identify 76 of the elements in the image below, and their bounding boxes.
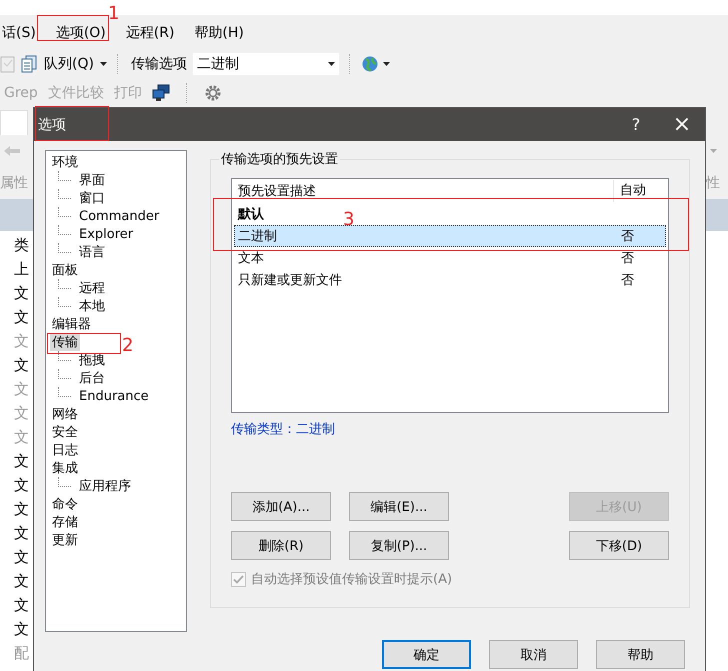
auto-value: 否 xyxy=(620,228,635,245)
settings-icon[interactable] xyxy=(204,84,222,102)
tree-item[interactable]: 界面 xyxy=(77,171,107,189)
caret-icon[interactable] xyxy=(100,62,107,66)
file-list-item[interactable]: 文 xyxy=(14,497,33,521)
column-header[interactable]: 预先设置描述 xyxy=(232,182,613,200)
tree-item[interactable]: 本地 xyxy=(77,297,107,315)
tree-item[interactable]: 语言 xyxy=(77,243,107,261)
tree-item[interactable]: 面板 xyxy=(50,261,80,279)
dialog-button[interactable]: 确定 xyxy=(382,640,471,669)
queue-menu[interactable]: 队列(Q) xyxy=(42,55,96,73)
tree-item[interactable]: 更新 xyxy=(50,531,80,549)
close-button[interactable]: × xyxy=(659,112,705,137)
clipboard-icon[interactable] xyxy=(0,55,16,73)
tree-item[interactable]: 安全 xyxy=(50,423,80,441)
tree-item[interactable]: 命令 xyxy=(50,495,80,513)
selected-row[interactable]: 二进制 否 xyxy=(234,225,666,247)
column-header[interactable]: 类 xyxy=(14,233,33,257)
column-header[interactable]: 自动 xyxy=(613,180,664,202)
menu-item[interactable]: 话(S) xyxy=(0,24,38,42)
tree-item[interactable]: Endurance xyxy=(77,388,151,404)
annotation-number: 2 xyxy=(122,337,134,355)
preset-name[interactable]: 文本 xyxy=(235,249,264,267)
tree-item[interactable]: 存储 xyxy=(50,513,80,531)
tree-item[interactable]: 应用程序 xyxy=(77,477,133,495)
action-button[interactable]: 下移(D) xyxy=(569,531,669,560)
computer-icon[interactable] xyxy=(152,84,170,102)
file-list-item[interactable]: 文 xyxy=(14,449,33,473)
file-list-item[interactable]: 文 xyxy=(14,617,33,641)
preset-name[interactable]: 只新建或更新文件 xyxy=(235,271,342,289)
help-button[interactable]: ? xyxy=(613,115,659,134)
list-header-background xyxy=(0,199,33,231)
group-title: 传输选项的预先设置 xyxy=(220,151,339,168)
file-list-item[interactable]: 文 xyxy=(14,545,33,569)
tree-item[interactable]: Commander xyxy=(77,208,162,224)
transfer-settings-dropdown[interactable]: 二进制 xyxy=(192,53,339,75)
annotation-number: 1 xyxy=(108,5,120,23)
highlight-frame xyxy=(37,15,109,41)
file-list-item[interactable]: 文 xyxy=(14,593,33,617)
tree-item[interactable]: Explorer xyxy=(77,226,136,242)
tree-item[interactable]: 后台 xyxy=(77,369,107,387)
menu-item[interactable]: 帮助(H) xyxy=(192,24,246,42)
action-button[interactable]: 添加(A)... xyxy=(231,492,331,521)
transfer-settings-label: 传输选项 xyxy=(130,55,188,73)
action-button[interactable]: 编辑(E)... xyxy=(349,492,449,521)
file-list-item[interactable]: 文 xyxy=(14,305,33,329)
auto-value: 否 xyxy=(620,272,635,289)
tree-item[interactable]: 窗口 xyxy=(77,189,107,207)
action-button[interactable]: 复制(P)... xyxy=(349,531,449,560)
menu-item[interactable]: 选项(O) xyxy=(54,24,108,42)
tree-item[interactable]: 环境 xyxy=(50,153,80,171)
tree-item[interactable]: 拖拽 xyxy=(77,351,107,369)
tree-item[interactable]: 日志 xyxy=(50,441,80,459)
dialog-title: 选项 xyxy=(38,116,67,134)
tree-item[interactable]: 网络 xyxy=(50,405,80,423)
tree-item[interactable]: 远程 xyxy=(77,279,107,297)
file-list-item[interactable]: 文 xyxy=(14,569,33,593)
transfer-type-link[interactable]: 传输类型：二进制 xyxy=(231,420,335,438)
dialog-button[interactable]: 帮助 xyxy=(596,640,685,669)
caret-icon xyxy=(328,62,335,66)
tree-item[interactable]: 集成 xyxy=(50,459,80,477)
file-list-item[interactable]: 文 xyxy=(14,521,33,545)
caret-icon[interactable] xyxy=(382,62,390,66)
tree-item[interactable]: 编辑器 xyxy=(50,315,93,333)
file-list-item[interactable]: 文 xyxy=(14,473,33,497)
file-list-item[interactable]: 上 xyxy=(14,257,33,281)
documents-icon[interactable] xyxy=(20,55,38,73)
auto-value: 否 xyxy=(620,250,635,267)
preset-name[interactable]: 二进制 xyxy=(235,227,277,245)
action-button[interactable]: 删除(R) xyxy=(231,531,331,560)
dialog-button[interactable]: 取消 xyxy=(489,640,578,669)
file-list-item[interactable]: 文 xyxy=(14,353,33,377)
preset-name[interactable]: 默认 xyxy=(235,205,264,223)
file-list-item[interactable]: 文 xyxy=(14,281,33,305)
tree-item[interactable]: 传输 xyxy=(50,333,80,351)
menu-item[interactable]: 远程(R) xyxy=(124,24,176,42)
